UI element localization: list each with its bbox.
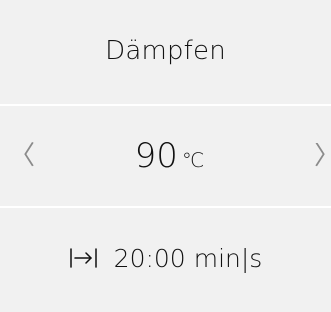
temperature-value: 90 — [134, 136, 178, 176]
chevron-right-icon[interactable]: 〉 — [305, 143, 331, 169]
chevron-left-icon[interactable]: 〈 — [9, 143, 35, 169]
temperature-unit: ℃ — [181, 148, 205, 172]
temperature-display: 90 ℃ — [135, 139, 205, 173]
duration-icon — [69, 246, 101, 270]
duration-unit: min|s — [193, 243, 263, 273]
mode-label: Dämpfen — [105, 35, 226, 66]
mode-row[interactable]: Dämpfen — [0, 0, 331, 104]
temperature-row[interactable]: 〈 90 ℃ 〉 — [0, 106, 331, 206]
duration-display: 20:00 min|s — [69, 243, 263, 273]
duration-value: 20:00 — [113, 243, 186, 273]
duration-row[interactable]: 20:00 min|s — [0, 208, 331, 312]
oven-settings-panel: Dämpfen 〈 90 ℃ 〉 20:00 min|s — [0, 0, 331, 312]
